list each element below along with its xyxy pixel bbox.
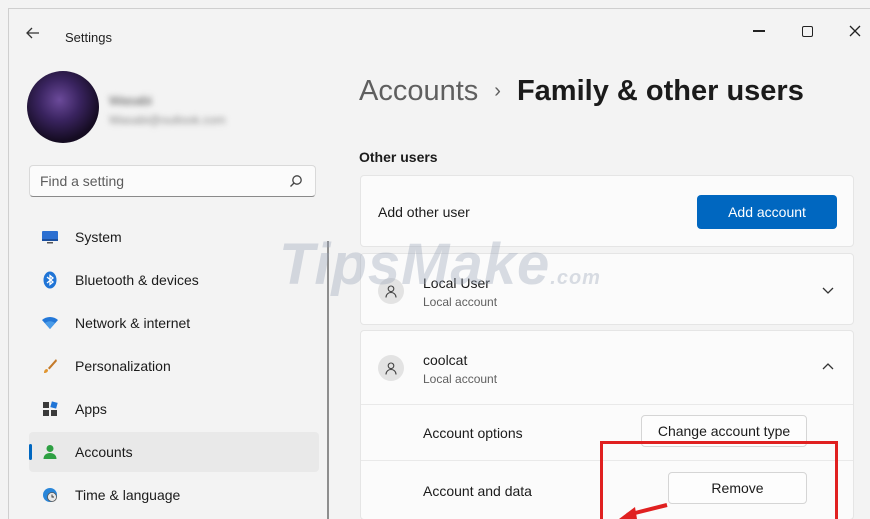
person-outline-icon: [385, 361, 397, 375]
sidebar-item-time-language[interactable]: Time & language: [29, 475, 319, 515]
sidebar-item-network[interactable]: Network & internet: [29, 303, 319, 343]
globe-clock-icon: [41, 486, 59, 504]
watermark-suffix: .com: [550, 267, 601, 289]
selection-indicator: [29, 444, 32, 460]
wifi-icon: [41, 314, 59, 332]
breadcrumb-parent[interactable]: Accounts: [359, 75, 478, 108]
sidebar-item-label: Accounts: [75, 444, 133, 460]
sidebar-item-label: Time & language: [75, 487, 181, 503]
app-title: Settings: [65, 30, 112, 45]
sidebar-item-label: Apps: [75, 401, 107, 417]
back-arrow-icon: [26, 27, 39, 39]
minimize-icon: [753, 30, 765, 32]
settings-window: Settings Wasabi Wasabi@outlook.com Syste…: [8, 8, 870, 519]
watermark: TipsMake.com: [279, 231, 601, 298]
brush-icon: [41, 357, 59, 375]
add-account-button[interactable]: Add account: [697, 195, 837, 229]
user-type: Local account: [423, 372, 498, 386]
search-input[interactable]: [40, 173, 280, 189]
title-bar: Settings: [9, 9, 870, 49]
user-avatar: [378, 355, 404, 381]
sidebar-item-personalization[interactable]: Personalization: [29, 346, 319, 386]
arrow-annotation-icon: [619, 503, 668, 519]
chevron-up-icon[interactable]: [821, 360, 835, 374]
sidebar-item-accounts[interactable]: Accounts: [29, 432, 319, 472]
profile-name: Wasabi: [109, 93, 152, 108]
apps-icon: [41, 400, 59, 418]
chevron-down-icon[interactable]: [821, 283, 835, 297]
user-name: coolcat: [423, 352, 468, 368]
profile-avatar[interactable]: [27, 71, 99, 143]
sidebar-item-bluetooth[interactable]: Bluetooth & devices: [29, 260, 319, 300]
sidebar-item-apps[interactable]: Apps: [29, 389, 319, 429]
bluetooth-icon: [41, 271, 59, 289]
person-icon: [41, 443, 59, 461]
section-title-other-users: Other users: [359, 149, 438, 165]
search-box[interactable]: [29, 165, 316, 197]
breadcrumb: Accounts › Family & other users: [359, 75, 804, 108]
back-button[interactable]: [21, 21, 45, 45]
sidebar-item-label: Network & internet: [75, 315, 191, 331]
add-user-label: Add other user: [378, 204, 470, 220]
sidebar-item-label: Bluetooth & devices: [75, 272, 199, 288]
sidebar-item-system[interactable]: System: [29, 217, 319, 257]
maximize-icon: [801, 25, 813, 37]
breadcrumb-separator: ›: [494, 80, 501, 102]
close-button[interactable]: [835, 17, 870, 45]
monitor-icon: [41, 228, 59, 246]
page-title: Family & other users: [516, 75, 804, 107]
sidebar-item-label: System: [75, 229, 122, 245]
watermark-brand: TipsMake: [279, 232, 551, 297]
maximize-button[interactable]: [787, 17, 827, 45]
sidebar-nav: System Bluetooth & devices Network & int…: [29, 217, 319, 518]
minimize-button[interactable]: [739, 17, 779, 45]
account-options-label: Account options: [423, 425, 523, 441]
sidebar-item-label: Personalization: [75, 358, 171, 374]
close-icon: [849, 25, 861, 37]
profile-email: Wasabi@outlook.com: [109, 113, 226, 127]
account-data-label: Account and data: [423, 483, 532, 499]
search-icon[interactable]: [289, 174, 303, 188]
